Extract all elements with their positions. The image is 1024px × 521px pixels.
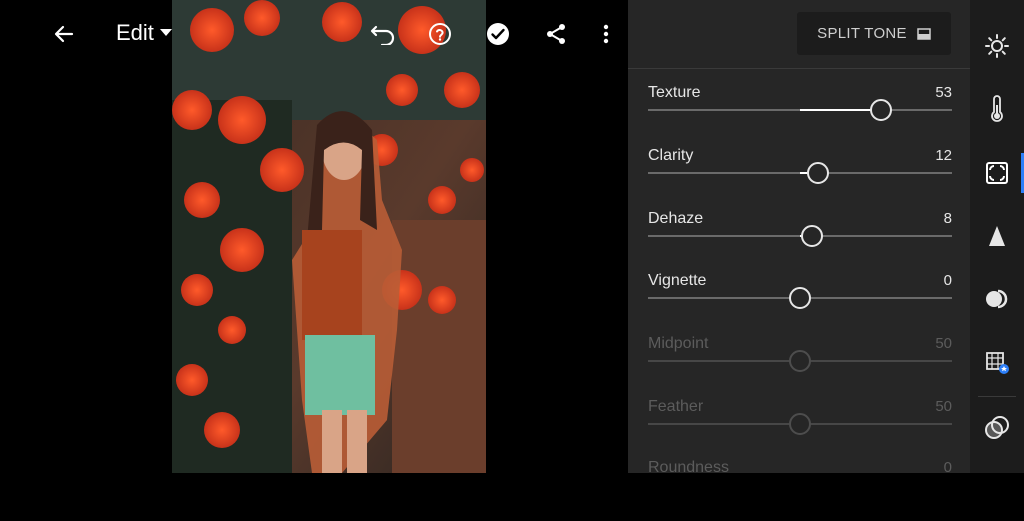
effects-tool[interactable] [970,148,1024,198]
presets-icon [985,416,1009,439]
roundness-slider-row: Roundness 0 [648,459,952,521]
photo-image [172,0,486,473]
edit-mode-label: Edit [116,20,154,45]
split-tone-label: SPLIT TONE [817,25,907,42]
dehaze-slider-row[interactable]: Dehaze 8 [648,210,952,272]
more-vertical-icon [603,24,609,44]
midpoint-slider-row: Midpoint 50 [648,335,952,397]
check-circle-icon [487,23,509,45]
slider-label: Midpoint [648,335,709,352]
slider-knob[interactable] [869,99,892,121]
light-tool[interactable] [970,21,1024,71]
slider-knob[interactable] [807,162,830,184]
slider-label: Clarity [648,147,694,164]
geometry-icon [986,352,1009,374]
undo-icon [370,25,395,45]
share-button[interactable] [534,12,578,56]
split-tone-icon [917,27,931,40]
help-icon [429,23,451,45]
edit-mode-dropdown[interactable]: Edit [116,20,172,46]
slider-value: 50 [935,335,952,352]
slider-knob[interactable] [789,287,811,309]
detail-icon [989,226,1005,246]
vignette-slider-row[interactable]: Vignette 0 [648,272,952,334]
slider-fill [800,109,881,111]
effects-icon [986,162,1008,184]
slider-value: 8 [943,210,952,227]
split-tone-button[interactable]: SPLIT TONE [797,12,951,55]
back-button[interactable] [42,12,86,56]
light-icon [985,34,1009,58]
slider-label: Feather [648,398,704,415]
slider-knob[interactable] [801,225,824,247]
presets-tool[interactable] [970,403,1024,453]
slider-knob [789,350,811,372]
slider-value: 53 [935,84,952,101]
clarity-slider-row[interactable]: Clarity 12 [648,147,952,209]
arrow-left-icon [54,25,74,43]
slider-label: Dehaze [648,210,704,227]
rail-divider [978,396,1016,397]
slider-value: 0 [943,459,952,476]
caret-down-icon [159,29,172,36]
slider-value: 50 [935,398,952,415]
slider-value: 12 [935,147,952,164]
done-button[interactable] [476,12,520,56]
slider-label: Texture [648,84,701,101]
color-temperature-icon [991,95,1003,122]
more-options-button[interactable] [584,12,628,56]
slider-label: Roundness [648,459,729,476]
slider-label: Vignette [648,272,707,289]
feather-slider-row: Feather 50 [648,398,952,460]
optics-icon [986,289,1008,309]
texture-slider-row[interactable]: Texture 53 [648,84,952,146]
photo-canvas[interactable] [172,0,486,473]
tool-rail [970,0,1024,473]
color-tool[interactable] [970,84,1024,134]
panel-header: SPLIT TONE [628,0,970,69]
optics-tool[interactable] [970,274,1024,324]
help-button[interactable] [418,12,462,56]
slider-knob [789,413,811,435]
adjustment-panel: SPLIT TONE Texture 53 Clarity 12 Dehaze … [628,0,970,476]
undo-button[interactable] [361,12,405,56]
slider-value: 0 [943,272,952,289]
detail-tool[interactable] [970,211,1024,261]
share-icon [547,24,565,44]
geometry-tool[interactable] [970,337,1024,387]
